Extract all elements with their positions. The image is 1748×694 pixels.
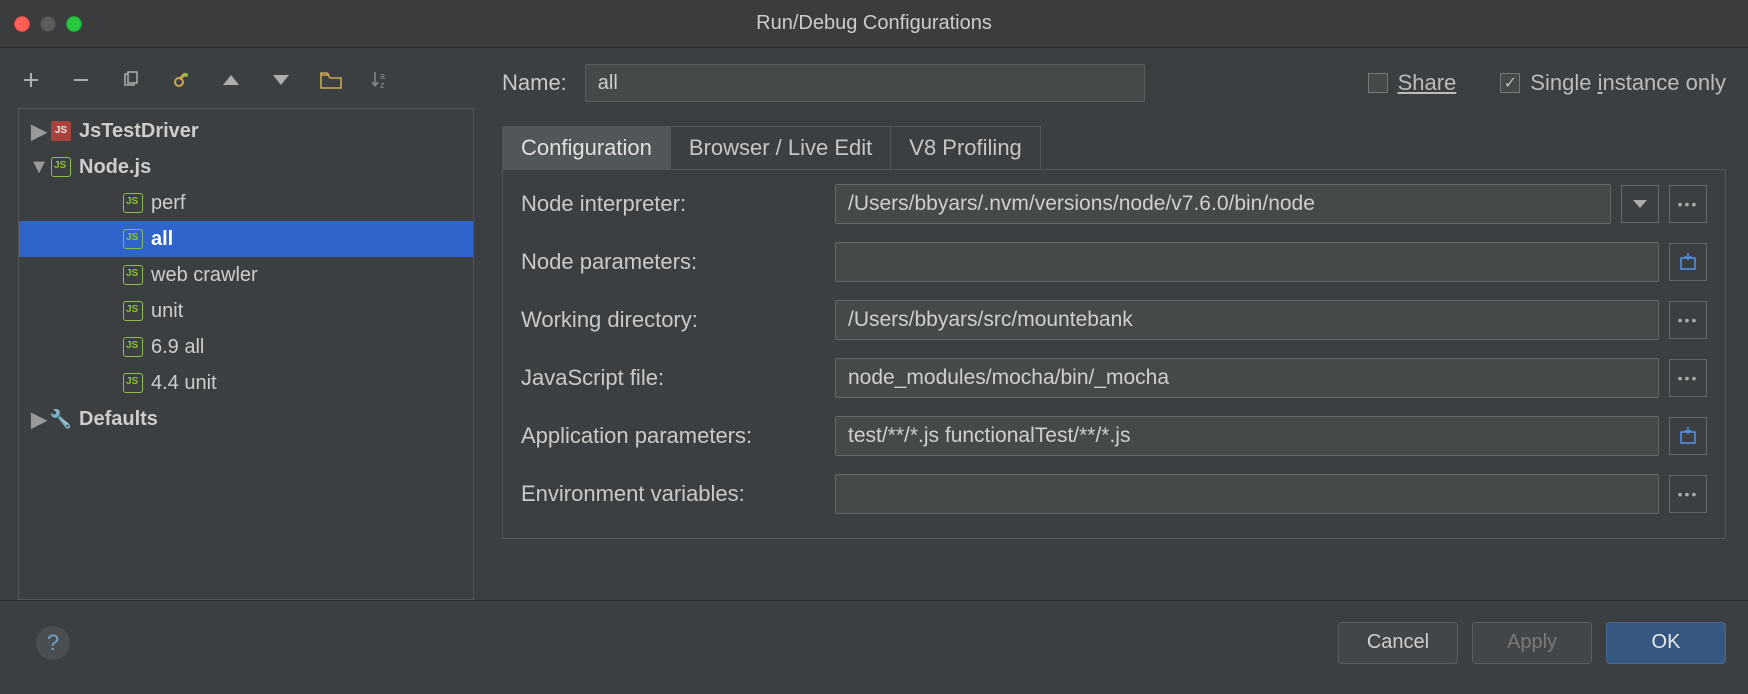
cancel-button[interactable]: Cancel — [1338, 622, 1458, 664]
configuration-form: Node interpreter: ••• Node parameters: Work… — [502, 169, 1726, 539]
help-button[interactable]: ? — [36, 626, 70, 660]
app-parameters-label: Application parameters: — [521, 423, 821, 449]
configurations-panel: az ▶JSJsTestDriver▼Node.jsperfallweb cra… — [0, 48, 492, 600]
move-up-button[interactable] — [218, 67, 244, 93]
tree-item-all[interactable]: all — [19, 221, 473, 257]
nodejs-icon — [121, 301, 145, 321]
env-vars-input[interactable] — [835, 474, 1659, 514]
config-editor-panel: Name: Share Single instance only Configu… — [492, 48, 1748, 600]
apply-button[interactable]: Apply — [1472, 622, 1592, 664]
tree-item-6-9-all[interactable]: 6.9 all — [19, 329, 473, 365]
tree-item-label: 4.4 unit — [151, 372, 217, 395]
node-interpreter-ellipsis-button[interactable]: ••• — [1669, 185, 1707, 223]
checkbox-icon — [1500, 73, 1520, 93]
folder-button[interactable] — [318, 67, 344, 93]
share-checkbox[interactable]: Share — [1368, 70, 1457, 96]
tree-item-web-crawler[interactable]: web crawler — [19, 257, 473, 293]
app-parameters-input[interactable] — [835, 416, 1659, 456]
node-parameters-input[interactable] — [835, 242, 1659, 282]
tree-twisty-icon[interactable]: ▶ — [29, 119, 49, 144]
javascript-file-label: JavaScript file: — [521, 365, 821, 391]
nodejs-icon — [121, 265, 145, 285]
tree-item-perf[interactable]: perf — [19, 185, 473, 221]
working-directory-ellipsis-button[interactable]: ••• — [1669, 301, 1707, 339]
tree-item-label: JsTestDriver — [79, 120, 199, 143]
share-label: Share — [1398, 70, 1457, 96]
env-vars-cell: ••• — [835, 474, 1707, 514]
ok-button[interactable]: OK — [1606, 622, 1726, 664]
nodejs-icon — [49, 157, 73, 177]
tree-item-unit[interactable]: unit — [19, 293, 473, 329]
tree-item-label: perf — [151, 192, 185, 215]
tree-twisty-icon[interactable]: ▶ — [29, 407, 49, 432]
config-toolbar: az — [18, 58, 474, 102]
svg-text:z: z — [380, 80, 385, 90]
template-settings-button[interactable] — [168, 67, 194, 93]
app-parameters-expand-button[interactable] — [1669, 417, 1707, 455]
window-title: Run/Debug Configurations — [0, 12, 1748, 35]
tab-v8-profiling[interactable]: V8 Profiling — [891, 127, 1040, 169]
name-input[interactable] — [585, 64, 1145, 102]
dialog-footer: ? Cancel Apply OK — [0, 600, 1748, 684]
tree-item-label: unit — [151, 300, 183, 323]
nodejs-icon — [121, 193, 145, 213]
tree-item-node-js[interactable]: ▼ Node.js — [19, 149, 473, 185]
nodejs-icon — [121, 373, 145, 393]
javascript-file-input[interactable] — [835, 358, 1659, 398]
tree-item-label: web crawler — [151, 264, 258, 287]
node-parameters-expand-button[interactable] — [1669, 243, 1707, 281]
env-vars-label: Environment variables: — [521, 481, 821, 507]
tree-item-label: all — [151, 228, 173, 251]
node-interpreter-input[interactable] — [835, 184, 1611, 224]
tree-item-4-4-unit[interactable]: 4.4 unit — [19, 365, 473, 401]
working-directory-label: Working directory: — [521, 307, 821, 333]
tree-item-label: 6.9 all — [151, 336, 204, 359]
tab-configuration[interactable]: Configuration — [503, 127, 671, 169]
titlebar: Run/Debug Configurations — [0, 0, 1748, 48]
nodejs-icon — [121, 337, 145, 357]
name-label: Name: — [502, 70, 567, 96]
copy-config-button[interactable] — [118, 67, 144, 93]
config-tree[interactable]: ▶JSJsTestDriver▼Node.jsperfallweb crawle… — [18, 108, 474, 600]
node-interpreter-dropdown-button[interactable] — [1621, 185, 1659, 223]
tree-item-jstestdriver[interactable]: ▶JS JsTestDriver — [19, 113, 473, 149]
working-directory-input[interactable] — [835, 300, 1659, 340]
tree-item-defaults[interactable]: ▶🔧 Defaults — [19, 401, 473, 437]
config-tabs: ConfigurationBrowser / Live EditV8 Profi… — [502, 126, 1041, 169]
env-vars-ellipsis-button[interactable]: ••• — [1669, 475, 1707, 513]
node-interpreter-label: Node interpreter: — [521, 191, 821, 217]
nodejs-icon — [121, 229, 145, 249]
single-instance-checkbox[interactable]: Single instance only — [1500, 70, 1726, 96]
app-parameters-cell — [835, 416, 1707, 456]
add-config-button[interactable] — [18, 67, 44, 93]
wrench-icon: 🔧 — [49, 409, 73, 430]
node-interpreter-cell: ••• — [835, 184, 1707, 224]
javascript-file-cell: ••• — [835, 358, 1707, 398]
sort-alpha-button[interactable]: az — [368, 67, 394, 93]
javascript-file-ellipsis-button[interactable]: ••• — [1669, 359, 1707, 397]
remove-config-button[interactable] — [68, 67, 94, 93]
working-directory-cell: ••• — [835, 300, 1707, 340]
node-parameters-cell — [835, 242, 1707, 282]
tree-item-label: Defaults — [79, 408, 158, 431]
tree-item-label: Node.js — [79, 156, 151, 179]
jstestdriver-icon: JS — [49, 121, 73, 141]
tab-browser-live-edit[interactable]: Browser / Live Edit — [671, 127, 891, 169]
single-instance-label: Single instance only — [1530, 70, 1726, 96]
move-down-button[interactable] — [268, 67, 294, 93]
tree-twisty-icon[interactable]: ▼ — [29, 156, 49, 179]
checkbox-icon — [1368, 73, 1388, 93]
node-parameters-label: Node parameters: — [521, 249, 821, 275]
